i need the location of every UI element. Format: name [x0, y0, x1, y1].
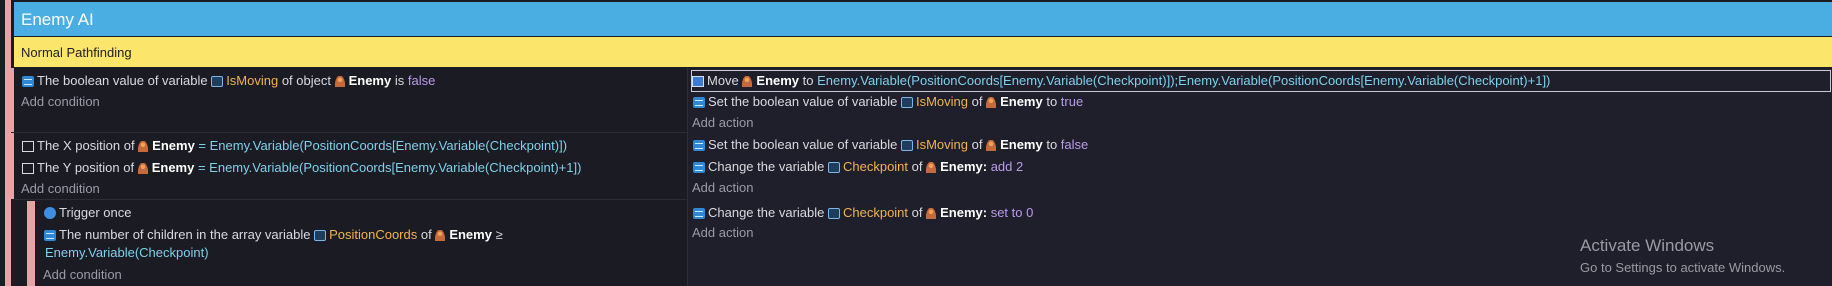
event-stripe[interactable]	[6, 68, 14, 132]
condition-row[interactable]: The number of children in the array vari…	[44, 226, 503, 244]
object-variable-icon	[827, 207, 840, 219]
add-condition-button[interactable]: Add condition	[43, 266, 122, 284]
boolean-variable-icon	[693, 96, 705, 108]
position-icon	[22, 162, 34, 174]
add-action-button[interactable]: Add action	[692, 114, 753, 132]
activate-windows-subtitle: Go to Settings to activate Windows.	[1580, 260, 1786, 275]
enemy-object-icon	[435, 229, 446, 241]
enemy-object-icon	[137, 162, 148, 174]
condition-row[interactable]: Trigger once	[44, 204, 132, 222]
variable-name: IsMoving	[226, 73, 279, 88]
boolean-variable-icon	[693, 139, 705, 151]
condition-expression-continued[interactable]: Enemy.Variable(Checkpoint)	[45, 244, 209, 262]
move-icon	[692, 75, 704, 87]
add-action-button[interactable]: Add action	[692, 179, 753, 197]
object-name: Enemy	[348, 73, 392, 88]
array-variable-icon	[44, 229, 56, 241]
condition-row[interactable]: The X position of Enemy = Enemy.Variable…	[22, 137, 567, 155]
boolean-variable-icon	[22, 75, 34, 87]
comment-text: Normal Pathfinding	[21, 45, 132, 60]
event-stripe[interactable]	[6, 133, 14, 199]
object-variable-icon	[827, 161, 840, 173]
add-action-button[interactable]: Add action	[692, 224, 753, 242]
subevent-stripe[interactable]	[27, 201, 35, 286]
enemy-object-icon	[334, 75, 345, 87]
add-condition-button[interactable]: Add condition	[21, 93, 100, 111]
enemy-object-icon	[986, 96, 997, 108]
column-divider	[687, 68, 688, 286]
enemy-object-icon	[742, 75, 753, 87]
add-condition-button[interactable]: Add condition	[21, 180, 100, 198]
activate-windows-title: Activate Windows	[1580, 236, 1715, 255]
enemy-object-icon	[138, 140, 149, 152]
object-variable-icon	[900, 96, 913, 108]
object-variable-icon	[314, 229, 327, 241]
action-row[interactable]: Set the boolean value of variable IsMovi…	[693, 136, 1088, 154]
object-variable-icon	[211, 75, 224, 87]
event-group-header[interactable]: Enemy AI	[14, 2, 1832, 36]
action-row[interactable]: Change the variable Checkpoint of Enemy:…	[693, 204, 1033, 222]
enemy-object-icon	[926, 161, 937, 173]
condition-row[interactable]: The boolean value of variable IsMoving o…	[22, 72, 435, 90]
enemy-object-icon	[986, 139, 997, 151]
enemy-object-icon	[926, 207, 937, 219]
action-row-selected[interactable]: Move Enemy to Enemy.Variable(PositionCoo…	[691, 70, 1831, 92]
position-icon	[22, 140, 34, 152]
trigger-once-icon	[44, 207, 56, 219]
condition-row[interactable]: The Y position of Enemy = Enemy.Variable…	[22, 159, 581, 177]
group-title: Enemy AI	[21, 10, 94, 29]
comment-event[interactable]: Normal Pathfinding	[14, 37, 1832, 67]
action-row[interactable]: Set the boolean value of variable IsMovi…	[693, 93, 1083, 111]
number-variable-icon	[693, 207, 705, 219]
object-variable-icon	[900, 139, 913, 151]
action-row[interactable]: Change the variable Checkpoint of Enemy:…	[693, 158, 1023, 176]
number-variable-icon	[693, 161, 705, 173]
